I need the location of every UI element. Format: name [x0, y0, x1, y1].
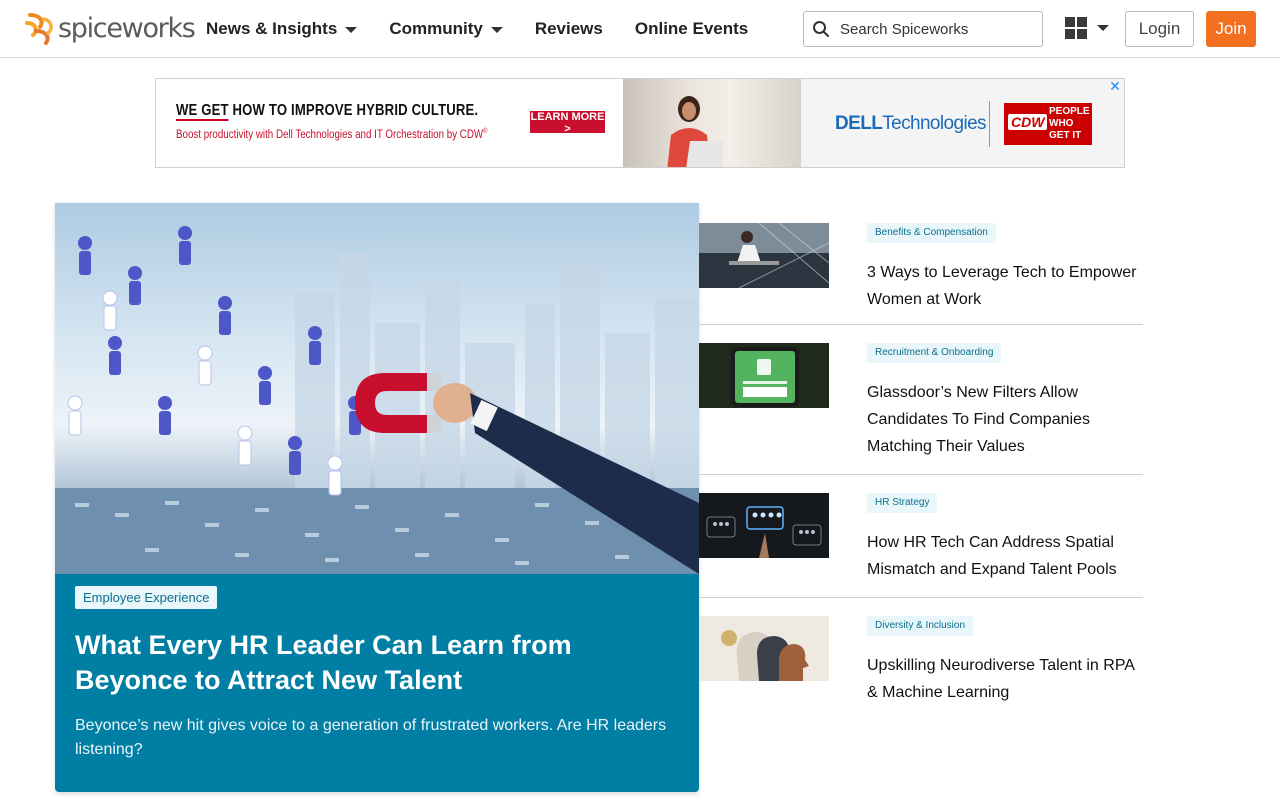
- story-category-tag[interactable]: Recruitment & Onboarding: [867, 343, 1002, 363]
- nav-online-events[interactable]: Online Events: [635, 19, 748, 39]
- apps-menu[interactable]: [1065, 17, 1109, 39]
- nav-news-insights[interactable]: News & Insights: [206, 19, 358, 39]
- story-card[interactable]: Benefits & Compensation 3 Ways to Levera…: [699, 223, 1143, 325]
- ad-banner[interactable]: WE GET HOW TO IMPROVE HYBRID CULTURE. Bo…: [155, 78, 1125, 168]
- dell-technologies-logo: DELLTechnologies: [835, 113, 987, 135]
- cdw-tagline-line-3: GET IT: [1049, 130, 1082, 141]
- story-thumbnail: [699, 343, 829, 408]
- spiceworks-logo[interactable]: spiceworks: [24, 11, 196, 47]
- nav-reviews[interactable]: Reviews: [535, 19, 603, 39]
- featured-story[interactable]: Employee Experience What Every HR Leader…: [55, 203, 699, 792]
- logo-text: spiceworks: [58, 13, 196, 44]
- ad-headline: WE GET HOW TO IMPROVE HYBRID CULTURE.: [176, 102, 479, 121]
- ad-subline-text: Boost productivity with Dell Technologie…: [176, 128, 484, 141]
- login-button[interactable]: Login: [1125, 11, 1194, 47]
- featured-story-description: Beyonce’s new hit gives voice to a gener…: [75, 717, 667, 758]
- dell-logo-ell: ELL: [848, 113, 883, 134]
- story-thumbnail: [699, 493, 829, 558]
- story-thumbnail: [699, 223, 829, 288]
- story-category-tag[interactable]: Benefits & Compensation: [867, 223, 996, 243]
- story-divider: [699, 597, 1143, 598]
- cdw-tagline-line-1: PEOPLE: [1049, 106, 1090, 117]
- glassdoor-phone-image: [699, 343, 829, 408]
- story-title[interactable]: 3 Ways to Leverage Tech to Empower Women…: [867, 259, 1143, 313]
- nav-news-insights-label: News & Insights: [206, 19, 338, 38]
- neurodiverse-heads-image: [699, 616, 829, 681]
- story-title[interactable]: Glassdoor’s New Filters Allow Candidates…: [867, 379, 1143, 460]
- story-category-tag[interactable]: HR Strategy: [867, 493, 938, 513]
- spiceworks-logo-icon: [25, 13, 53, 45]
- nav-community[interactable]: Community: [389, 19, 503, 39]
- main-nav: News & Insights Community Reviews Online…: [206, 0, 780, 58]
- talent-pool-icons-image: [699, 493, 829, 558]
- search-box[interactable]: [803, 11, 1043, 47]
- magnet-attracting-people-image: [55, 226, 699, 574]
- story-category-tag[interactable]: Diversity & Inclusion: [867, 616, 974, 636]
- story-title[interactable]: How HR Tech Can Address Spatial Mismatch…: [867, 529, 1143, 583]
- story-divider: [699, 324, 1143, 325]
- ad-headline-rest: HOW TO IMPROVE HYBRID CULTURE.: [228, 102, 479, 119]
- ad-photo: [623, 79, 801, 167]
- search-input[interactable]: [840, 20, 1030, 38]
- ad-subline-mark: ®: [483, 128, 488, 135]
- cdw-logo-mark: CDW: [1008, 114, 1048, 130]
- ad-learn-more-button[interactable]: LEARN MORE >: [530, 111, 605, 135]
- ad-subline: Boost productivity with Dell Technologie…: [176, 128, 488, 141]
- cdw-tagline-line-2: WHO: [1049, 118, 1074, 129]
- nav-online-events-label: Online Events: [634, 19, 749, 38]
- story-thumbnail: [699, 616, 829, 681]
- story-divider: [699, 474, 1143, 475]
- nav-reviews-label: Reviews: [534, 19, 603, 38]
- ad-close-icon[interactable]: ✕: [1108, 79, 1122, 93]
- search-icon[interactable]: [812, 20, 830, 38]
- story-card[interactable]: Recruitment & Onboarding Glassdoor’s New…: [699, 343, 1143, 475]
- site-header: spiceworks News & Insights Community Rev…: [0, 0, 1280, 58]
- woman-tech-image: [699, 223, 829, 288]
- story-title[interactable]: Upskilling Neurodiverse Talent in RPA & …: [867, 652, 1143, 706]
- chevron-down-icon: [1097, 25, 1109, 31]
- cdw-logo: CDW PEOPLE WHO GET IT: [1004, 103, 1092, 145]
- featured-story-image: [55, 203, 699, 574]
- dell-logo-d: D: [835, 113, 849, 134]
- join-button[interactable]: Join: [1206, 11, 1256, 47]
- nav-community-label: Community: [389, 19, 483, 38]
- ad-sponsors: DELLTechnologies CDW PEOPLE WHO GET IT: [801, 79, 1124, 167]
- chevron-down-icon: [490, 27, 503, 33]
- apps-grid-icon: [1065, 17, 1087, 39]
- featured-story-title[interactable]: What Every HR Leader Can Learn from Beyo…: [75, 628, 685, 698]
- chevron-down-icon: [345, 27, 358, 33]
- ad-divider: [989, 101, 990, 147]
- ad-copy: WE GET HOW TO IMPROVE HYBRID CULTURE. Bo…: [156, 88, 623, 160]
- dell-logo-technologies: Technologies: [882, 113, 986, 134]
- ad-headline-emphasis: WE GET: [176, 102, 229, 121]
- cdw-tagline: PEOPLE WHO GET IT: [1049, 106, 1090, 142]
- woman-laptop-image: [667, 96, 723, 167]
- story-card[interactable]: Diversity & Inclusion Upskilling Neurodi…: [699, 616, 1143, 706]
- story-card[interactable]: HR Strategy How HR Tech Can Address Spat…: [699, 493, 1143, 598]
- featured-story-category-tag[interactable]: Employee Experience: [75, 586, 218, 609]
